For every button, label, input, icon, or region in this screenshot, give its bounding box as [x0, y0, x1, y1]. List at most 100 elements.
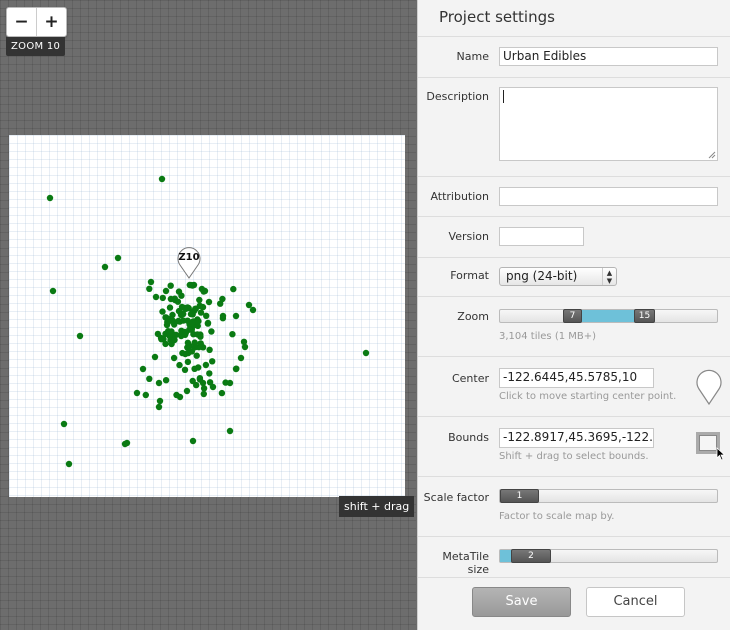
map-point	[196, 376, 204, 383]
description-label: Description	[426, 90, 489, 103]
map-point	[164, 318, 171, 326]
map-point	[184, 304, 191, 311]
format-select-value: png (24-bit)	[506, 269, 578, 283]
center-help: Click to move starting center point.	[499, 391, 677, 402]
map-point	[219, 315, 227, 322]
map-point	[196, 296, 203, 304]
map-point	[76, 332, 84, 340]
map-point	[178, 332, 185, 340]
version-row: Version	[418, 217, 730, 258]
map-point	[152, 293, 160, 301]
map-point	[204, 320, 212, 327]
map-point	[192, 305, 199, 312]
map-point	[166, 304, 174, 311]
description-row: Description	[418, 78, 730, 177]
project-settings-panel: Project settings Name Urban Edibles Desc…	[417, 0, 730, 630]
map-point	[65, 460, 73, 468]
attribution-input[interactable]	[499, 187, 718, 206]
map-point	[184, 358, 192, 366]
map-point	[240, 338, 248, 345]
map-point	[46, 194, 54, 202]
map-point	[174, 298, 182, 305]
map-point	[188, 281, 195, 289]
center-marker[interactable]: Z10	[177, 247, 201, 279]
map-point	[186, 326, 193, 333]
map-point	[180, 317, 187, 324]
zoom-range-slider[interactable]: 7 15	[499, 309, 718, 323]
map-viewport[interactable]: − + ZOOM 10 Z10 shift + drag	[0, 0, 416, 630]
map-point	[159, 308, 166, 315]
map-point	[159, 294, 166, 302]
zoom-row: Zoom 7 15 3,104 tiles (1 MB+)	[418, 297, 730, 357]
name-input[interactable]: Urban Edibles	[499, 47, 718, 66]
bounds-row: Bounds -122.8917,45.3695,-122.34 Shift +…	[418, 417, 730, 477]
map-point	[167, 295, 175, 303]
map-point	[181, 366, 189, 373]
scale-factor-label: Scale factor	[423, 491, 489, 504]
map-canvas[interactable]: Z10	[9, 135, 405, 497]
resize-grip-icon	[708, 151, 716, 159]
zoom-controls: − +	[6, 7, 67, 37]
map-point	[162, 377, 170, 384]
mouse-cursor-icon	[716, 447, 726, 461]
map-point	[219, 295, 226, 303]
map-point	[166, 328, 174, 336]
map-point	[206, 346, 213, 353]
metatile-handle[interactable]: 2	[511, 549, 551, 563]
center-row: Center -122.6445,45.5785,10 Click to mov…	[418, 357, 730, 417]
zoom-min-handle[interactable]: 7	[563, 309, 582, 323]
center-input[interactable]: -122.6445,45.5785,10	[499, 368, 654, 388]
map-point	[200, 288, 207, 295]
metatile-row: MetaTile size 2	[418, 537, 730, 578]
map-points-layer	[46, 175, 370, 468]
map-point	[114, 254, 122, 262]
map-point	[249, 306, 257, 314]
description-textarea[interactable]	[499, 87, 718, 161]
metatile-slider[interactable]: 2	[499, 549, 718, 563]
scale-factor-handle[interactable]: 1	[500, 489, 539, 503]
zoom-in-button[interactable]: +	[36, 8, 66, 36]
map-point	[151, 353, 159, 361]
zoom-max-handle[interactable]: 15	[634, 309, 655, 323]
scale-factor-row: Scale factor 1 Factor to scale map by.	[418, 477, 730, 537]
version-input[interactable]	[499, 227, 584, 246]
map-point	[209, 358, 216, 365]
select-arrows-icon: ▲ ▼	[602, 268, 616, 285]
map-point	[197, 309, 205, 316]
map-point	[222, 379, 229, 386]
map-point	[202, 361, 210, 369]
map-point	[197, 340, 204, 347]
zoom-level-label: ZOOM 10	[6, 37, 66, 56]
map-point	[179, 349, 186, 357]
map-point	[60, 420, 68, 428]
panel-title: Project settings	[418, 0, 730, 37]
map-point	[154, 330, 162, 338]
map-point	[218, 389, 226, 397]
map-point	[233, 365, 240, 372]
format-select[interactable]: png (24-bit) ▲ ▼	[499, 267, 617, 286]
save-button[interactable]: Save	[472, 587, 571, 617]
map-point	[146, 375, 153, 382]
map-point	[193, 352, 200, 359]
map-point	[170, 354, 178, 362]
map-point	[49, 287, 57, 295]
map-point	[206, 370, 213, 377]
map-point	[230, 285, 237, 293]
map-point	[229, 331, 236, 338]
map-pin-icon[interactable]	[696, 369, 722, 405]
map-point	[362, 349, 370, 357]
bounds-input[interactable]: -122.8917,45.3695,-122.34	[499, 428, 654, 448]
map-point	[142, 391, 149, 399]
map-point	[175, 288, 183, 295]
map-point	[184, 339, 192, 346]
scale-factor-slider[interactable]: 1	[499, 489, 718, 503]
version-label: Version	[448, 230, 489, 243]
map-point	[155, 379, 163, 387]
attribution-label: Attribution	[430, 190, 489, 203]
bounds-label: Bounds	[448, 431, 489, 444]
center-marker-label: Z10	[178, 252, 200, 263]
cancel-button[interactable]: Cancel	[586, 587, 685, 617]
text-cursor	[503, 90, 504, 103]
zoom-out-button[interactable]: −	[7, 8, 36, 36]
name-row: Name Urban Edibles	[418, 37, 730, 78]
